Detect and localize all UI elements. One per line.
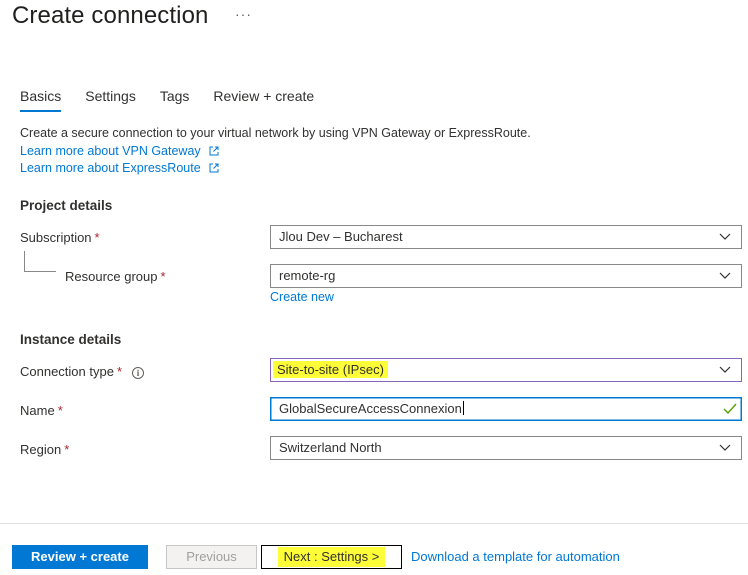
connection-type-label-text: Connection type (20, 364, 114, 379)
external-link-icon (209, 146, 219, 156)
region-value: Switzerland North (279, 440, 382, 455)
required-marker: * (160, 269, 166, 284)
tab-settings[interactable]: Settings (85, 88, 136, 112)
tab-tags[interactable]: Tags (160, 88, 190, 112)
name-value: GlobalSecureAccessConnexion (279, 401, 462, 416)
resource-group-label: Resource group * (65, 269, 166, 284)
connection-type-dropdown[interactable]: Site-to-site (IPsec) (270, 358, 742, 382)
more-options-icon[interactable]: ··· (235, 6, 252, 22)
resource-group-dropdown[interactable]: remote-rg (270, 264, 742, 288)
region-dropdown[interactable]: Switzerland North (270, 436, 742, 460)
tree-connector (24, 251, 25, 271)
tree-connector (24, 271, 56, 272)
external-link-icon (209, 163, 219, 173)
page-title: Create connection (12, 2, 209, 29)
subscription-label: Subscription * (20, 230, 100, 245)
name-label-text: Name (20, 403, 55, 418)
required-marker: * (94, 230, 100, 245)
previous-button[interactable]: Previous (166, 545, 257, 569)
download-template-link[interactable]: Download a template for automation (411, 549, 620, 564)
subscription-label-text: Subscription (20, 230, 92, 245)
intro-text: Create a secure connection to your virtu… (20, 126, 531, 140)
region-label: Region * (20, 442, 69, 457)
connection-type-label: Connection type * i (20, 364, 145, 379)
region-label-text: Region (20, 442, 62, 457)
text-caret (462, 401, 464, 415)
create-new-link[interactable]: Create new (270, 290, 334, 304)
resource-group-value: remote-rg (279, 268, 336, 283)
review-create-button[interactable]: Review + create (12, 545, 148, 569)
checkmark-icon (723, 403, 737, 415)
instance-details-heading: Instance details (20, 332, 122, 347)
subscription-value: Jlou Dev – Bucharest (279, 229, 403, 244)
resource-group-label-text: Resource group (65, 269, 158, 284)
chevron-down-icon (719, 444, 731, 451)
name-label: Name * (20, 403, 63, 418)
learn-vpn-gateway-link[interactable]: Learn more about VPN Gateway (20, 144, 201, 158)
next-settings-button[interactable]: Next : Settings > (261, 545, 402, 569)
learn-expressroute-link[interactable]: Learn more about ExpressRoute (20, 161, 201, 175)
info-icon[interactable]: i (132, 367, 145, 379)
tab-basics[interactable]: Basics (20, 88, 62, 112)
chevron-down-icon (719, 272, 731, 279)
tab-review-create[interactable]: Review + create (213, 88, 314, 112)
connection-type-value: Site-to-site (IPsec) (273, 361, 388, 378)
chevron-down-icon (719, 366, 731, 373)
subscription-dropdown[interactable]: Jlou Dev – Bucharest (270, 225, 742, 249)
required-marker: * (57, 403, 63, 418)
footer-divider (0, 523, 748, 524)
required-marker: * (64, 442, 70, 457)
project-details-heading: Project details (20, 198, 113, 213)
learn-vpn-link-row[interactable]: Learn more about VPN Gateway (20, 144, 219, 158)
next-settings-label: Next : Settings > (277, 547, 386, 567)
learn-er-link-row[interactable]: Learn more about ExpressRoute (20, 161, 219, 175)
tab-bar: Basics Settings Tags Review + create (20, 88, 338, 112)
required-marker: * (116, 364, 123, 379)
name-input[interactable]: GlobalSecureAccessConnexion (270, 397, 742, 421)
chevron-down-icon (719, 233, 731, 240)
